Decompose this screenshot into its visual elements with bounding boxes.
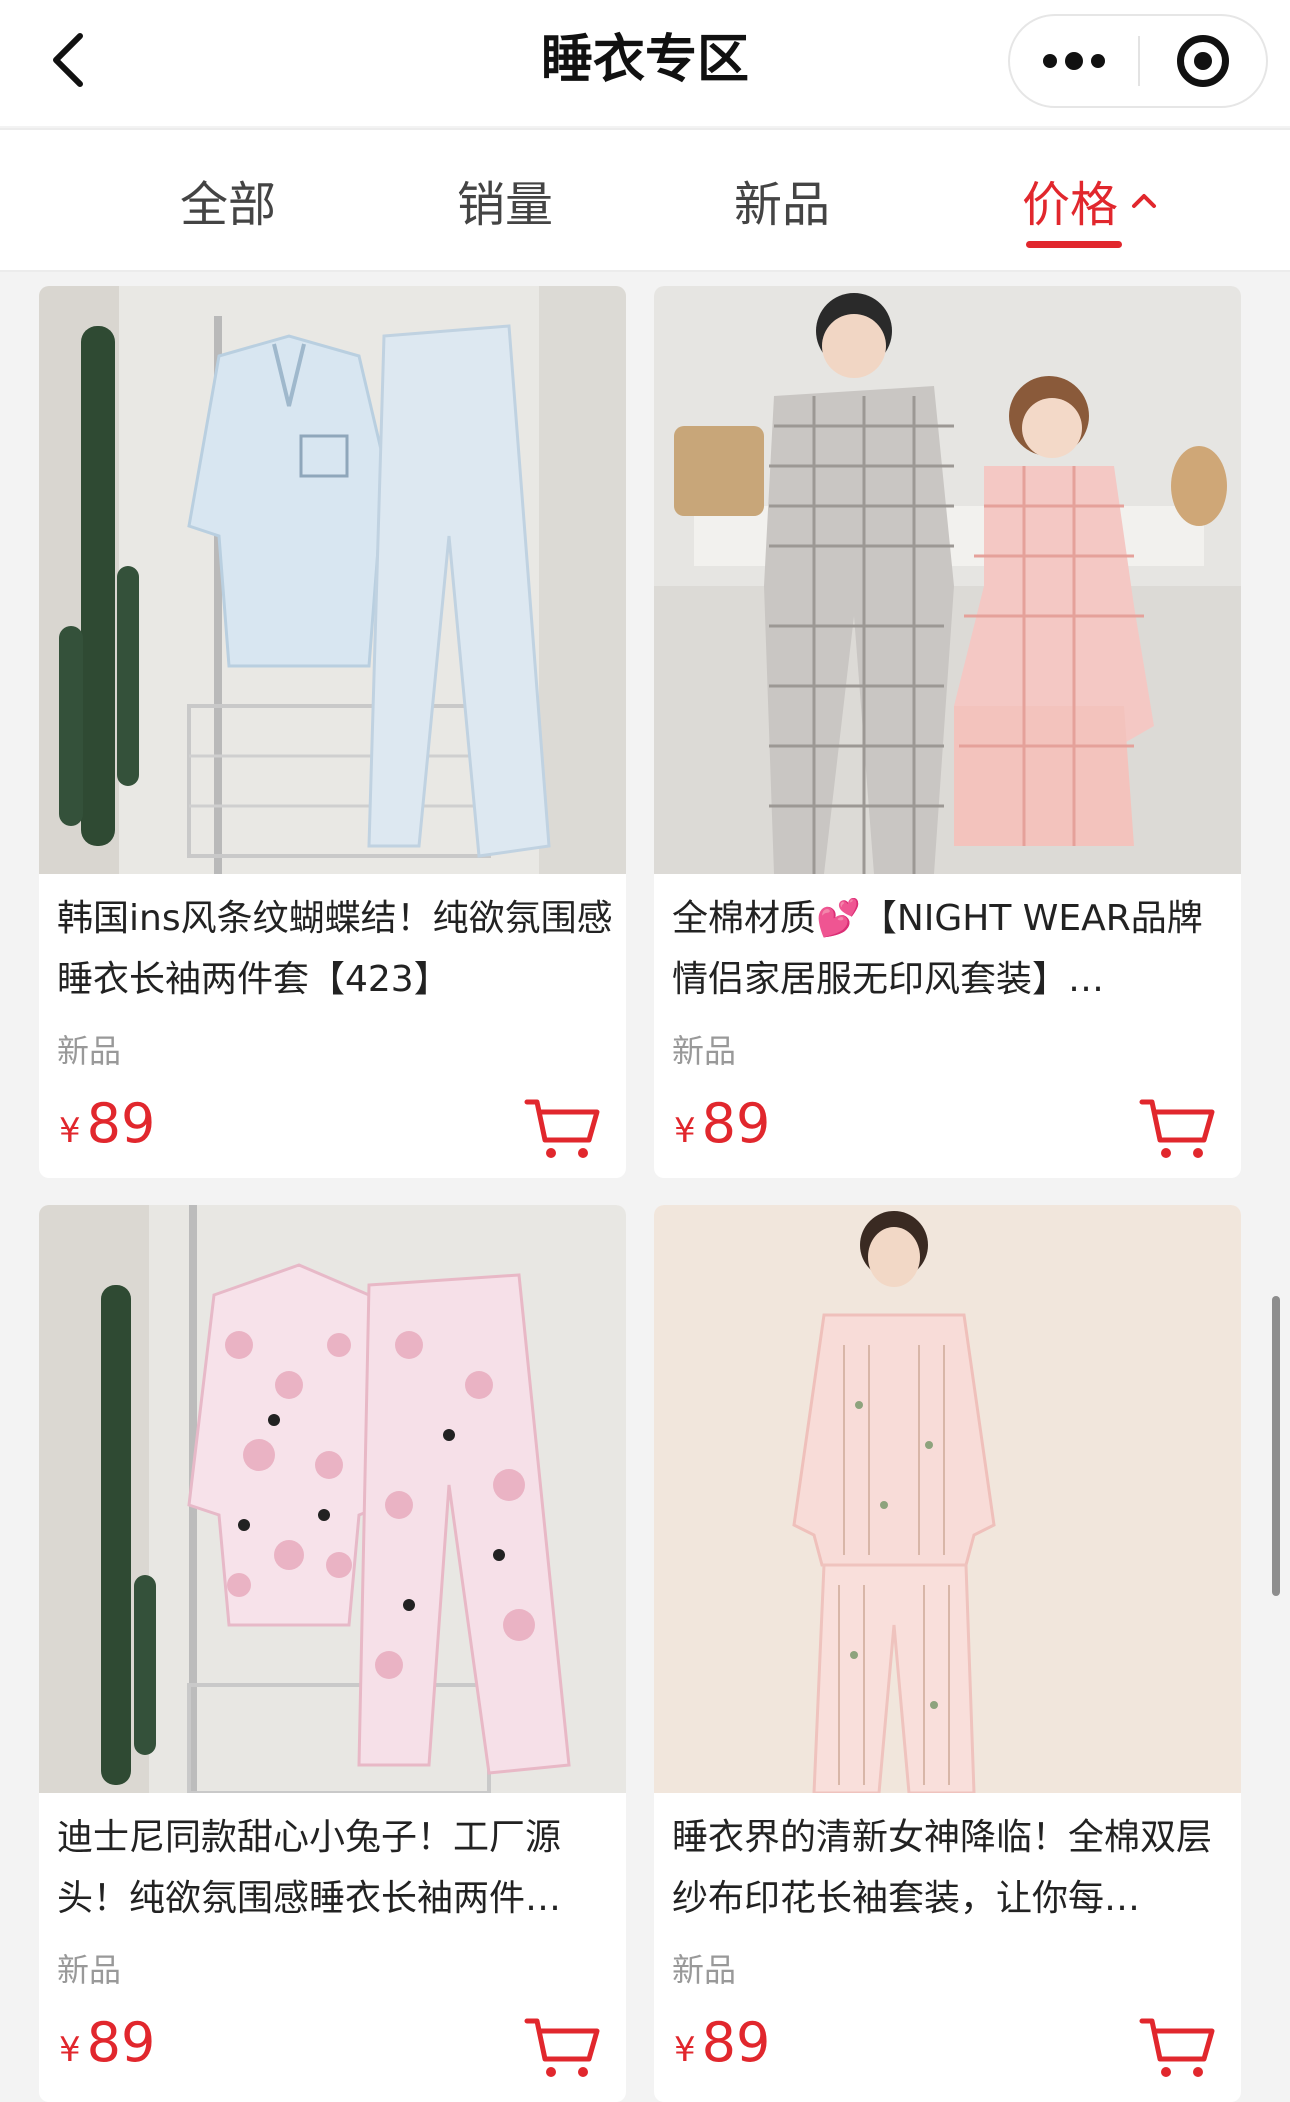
- active-tab-indicator: [1026, 241, 1122, 248]
- product-card[interactable]: 韩国ins风条纹蝴蝶结！纯欲氛围感睡衣长袖两件套【423】 新品 ¥ 89: [39, 286, 626, 1178]
- product-price: ¥ 89: [674, 2011, 770, 2074]
- price-value: 89: [86, 1092, 156, 1155]
- tab-price-label: 价格: [1021, 177, 1118, 233]
- product-image[interactable]: [39, 286, 626, 874]
- chevron-up-icon: [1130, 190, 1158, 210]
- product-tag: 新品: [672, 1951, 737, 1989]
- add-to-cart-button[interactable]: [1138, 2015, 1218, 2081]
- currency-symbol: ¥: [59, 1111, 81, 1151]
- product-title[interactable]: 韩国ins风条纹蝴蝶结！纯欲氛围感睡衣长袖两件套【423】: [57, 888, 613, 1010]
- more-dots-icon: [1043, 54, 1057, 68]
- add-to-cart-button[interactable]: [523, 2015, 603, 2081]
- product-image[interactable]: [39, 1205, 626, 1793]
- product-card[interactable]: 全棉材质💕【NIGHT WEAR品牌情侣家居服无印风套装】… 新品 ¥ 89: [654, 286, 1241, 1178]
- product-title[interactable]: 睡衣界的清新女神降临！全棉双层纱布印花长袖套装，让你每…: [672, 1807, 1228, 1929]
- product-tag: 新品: [672, 1032, 737, 1070]
- product-image[interactable]: [654, 1205, 1241, 1793]
- price-value: 89: [86, 2011, 156, 2074]
- tab-sales[interactable]: 销量: [405, 130, 605, 270]
- tab-new-label: 新品: [733, 177, 830, 233]
- shopping-cart-icon: [1139, 1099, 1215, 1158]
- product-tag: 新品: [57, 1032, 122, 1070]
- add-to-cart-button[interactable]: [523, 1096, 603, 1162]
- currency-symbol: ¥: [674, 1111, 696, 1151]
- target-close-icon: [1177, 35, 1229, 87]
- add-to-cart-button[interactable]: [1138, 1096, 1218, 1162]
- mini-program-capsule: [1008, 14, 1268, 108]
- tab-all[interactable]: 全部: [128, 130, 328, 270]
- more-dots-icon-center: [1065, 52, 1083, 70]
- scrollbar[interactable]: [1272, 1296, 1280, 1596]
- sort-tab-bar: 全部 销量 新品 价格: [0, 128, 1290, 272]
- product-price: ¥ 89: [59, 2011, 155, 2074]
- tab-sales-label: 销量: [456, 177, 553, 233]
- product-tag: 新品: [57, 1951, 122, 1989]
- target-close-icon-core: [1194, 52, 1212, 70]
- currency-symbol: ¥: [59, 2030, 81, 2070]
- more-dots-icon-right: [1091, 54, 1105, 68]
- tab-new[interactable]: 新品: [682, 130, 882, 270]
- price-value: 89: [701, 1092, 771, 1155]
- product-card[interactable]: 睡衣界的清新女神降临！全棉双层纱布印花长袖套装，让你每… 新品 ¥ 89: [654, 1205, 1241, 2102]
- tab-all-label: 全部: [179, 177, 276, 233]
- product-price: ¥ 89: [59, 1092, 155, 1155]
- product-title[interactable]: 迪士尼同款甜心小兔子！工厂源头！纯欲氛围感睡衣长袖两件…: [57, 1807, 613, 1929]
- product-card[interactable]: 迪士尼同款甜心小兔子！工厂源头！纯欲氛围感睡衣长袖两件… 新品 ¥ 89: [39, 1205, 626, 2102]
- close-mini-program-button[interactable]: [1140, 16, 1266, 106]
- tab-price[interactable]: 价格: [990, 130, 1190, 270]
- product-price: ¥ 89: [674, 1092, 770, 1155]
- price-value: 89: [701, 2011, 771, 2074]
- more-button[interactable]: [1010, 16, 1138, 106]
- shopping-cart-icon: [524, 1099, 600, 1158]
- currency-symbol: ¥: [674, 2030, 696, 2070]
- nav-bar: 睡衣专区: [0, 0, 1290, 126]
- product-image[interactable]: [654, 286, 1241, 874]
- shopping-cart-icon: [524, 2018, 600, 2077]
- product-title[interactable]: 全棉材质💕【NIGHT WEAR品牌情侣家居服无印风套装】…: [672, 888, 1228, 1010]
- shopping-cart-icon: [1139, 2018, 1215, 2077]
